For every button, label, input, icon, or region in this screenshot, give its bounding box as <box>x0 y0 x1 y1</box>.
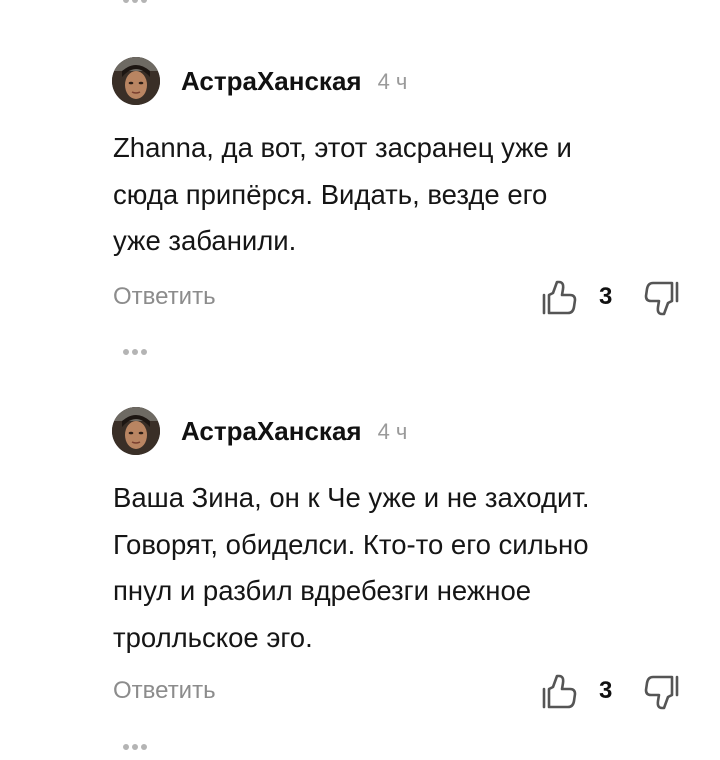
comment-line: пнул и разбил вдребезги нежное <box>113 575 532 606</box>
dislike-button[interactable] <box>643 279 681 317</box>
comment-actions: Ответить 3 <box>113 673 683 713</box>
like-count: 3 <box>599 283 613 310</box>
comment-text: Zhanna, да вот, этот засранец уже и сюда… <box>113 125 693 265</box>
more-dot <box>141 349 147 355</box>
thumbs-down-icon <box>644 675 679 710</box>
more-dot <box>132 349 138 355</box>
comment-line: сюда припёрся. Видать, везде его <box>113 178 548 210</box>
more-options-button[interactable] <box>123 744 147 750</box>
more-dots-icon <box>123 744 129 750</box>
author-name[interactable]: АстраХанская <box>181 416 362 447</box>
reply-button[interactable]: Ответить <box>113 283 216 311</box>
more-options-button[interactable] <box>123 0 147 3</box>
comment-header: АстраХанская 4 ч <box>112 407 407 455</box>
comment-actions: Ответить 3 <box>113 279 683 319</box>
comment-text: Ваша Зина, он к Че уже и не заходит. Гов… <box>113 475 693 661</box>
comment-line: уже забанили. <box>113 225 297 256</box>
more-dots-icon <box>123 0 129 3</box>
more-dot <box>141 0 147 3</box>
like-button[interactable] <box>540 279 578 317</box>
avatar[interactable] <box>112 57 160 105</box>
avatar[interactable] <box>112 407 160 455</box>
more-dot <box>141 744 147 750</box>
comment-line: Говорят, обиделси. Кто-то его сильно <box>113 528 589 560</box>
more-dot <box>132 0 138 3</box>
reply-button[interactable]: Ответить <box>113 677 216 705</box>
author-name[interactable]: АстраХанская <box>181 66 362 97</box>
like-count: 3 <box>599 677 613 704</box>
thumbs-down-icon <box>644 281 679 316</box>
dislike-button[interactable] <box>643 673 681 711</box>
comment-line: Zhanna, да вот, этот засранец уже и <box>113 132 572 163</box>
more-dots-icon <box>123 349 129 355</box>
comment-line: Ваша Зина, он к Че уже и не заходит. <box>113 482 590 513</box>
comment-header: АстраХанская 4 ч <box>112 57 407 105</box>
thumbs-up-icon <box>542 674 577 709</box>
thumbs-up-icon <box>542 280 577 315</box>
comment-line: тролльское эго. <box>113 621 313 653</box>
more-options-button[interactable] <box>123 349 147 355</box>
more-dot <box>132 744 138 750</box>
like-button[interactable] <box>540 673 578 711</box>
timestamp: 4 ч <box>377 419 408 444</box>
timestamp: 4 ч <box>377 69 408 94</box>
